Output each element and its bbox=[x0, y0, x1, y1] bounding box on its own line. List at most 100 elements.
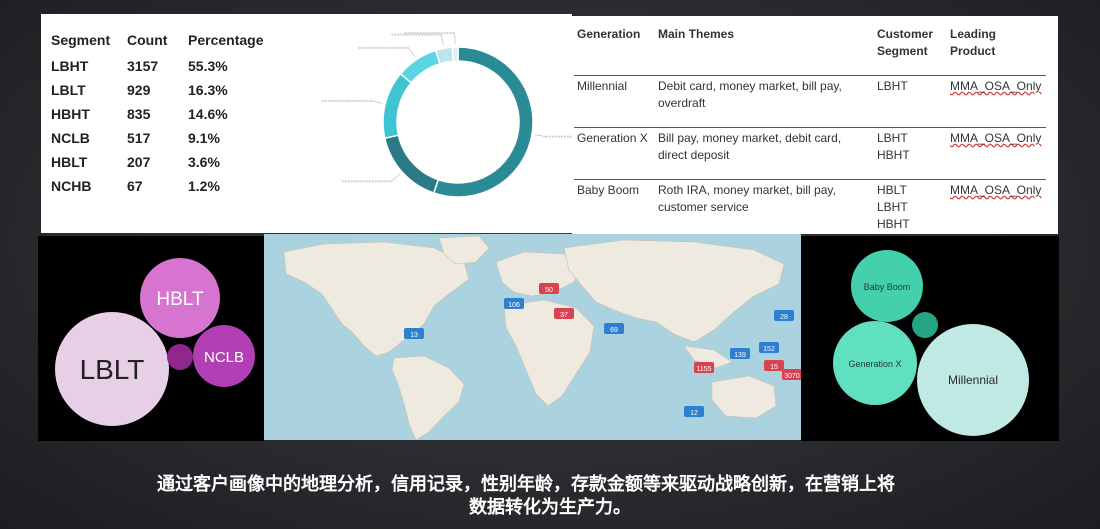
segment-summary-panel: Segment Count Percentage LBHT 3157 55.3% L… bbox=[41, 14, 572, 233]
map-marker-label: 28 bbox=[780, 314, 788, 321]
themes-cell: Bill pay, money market, debit card, dire… bbox=[658, 130, 841, 164]
world-map-svg: 1155 3070 139 152 28 15 12 50 13 37 69 106 bbox=[264, 234, 801, 440]
map-marker-label: 139 bbox=[734, 352, 746, 359]
donut-leader-line bbox=[371, 100, 383, 104]
map-marker-label: 37 bbox=[560, 312, 568, 319]
generation-table-panel: Generation Main Themes Customer Segment … bbox=[572, 16, 1058, 234]
map-marker[interactable]: 12 bbox=[684, 406, 704, 417]
segment-cell: LBHT bbox=[51, 58, 89, 74]
map-marker[interactable]: 1155 bbox=[694, 362, 714, 373]
map-marker[interactable]: 3070 bbox=[782, 369, 801, 380]
percentage-cell: 55.3% bbox=[188, 58, 228, 74]
row-divider bbox=[574, 75, 1046, 76]
donut-leader-line bbox=[408, 47, 416, 58]
bubble-hblt-label: HBLT bbox=[156, 289, 204, 310]
count-cell: 929 bbox=[127, 82, 151, 98]
themes-line: Debit card, money market, bill pay, bbox=[658, 79, 842, 93]
map-marker[interactable]: 106 bbox=[504, 298, 524, 309]
bubble-nclb-label: NCLB bbox=[204, 349, 244, 366]
segment-line: HBHT bbox=[877, 148, 910, 162]
map-marker-label: 152 bbox=[763, 346, 775, 353]
segment-line: LBHT bbox=[877, 200, 908, 214]
customer-segment-header: Customer Segment bbox=[877, 26, 933, 60]
segment-cell: LBHT bbox=[877, 78, 908, 95]
segment-bubble-chart: LBLT HBLT NCLB bbox=[38, 236, 264, 441]
segment-line: HBLT bbox=[877, 183, 907, 197]
segment-cell: LBLT bbox=[51, 82, 86, 98]
generation-cell: Generation X bbox=[577, 131, 648, 145]
map-marker-label: 15 bbox=[770, 364, 778, 371]
map-marker[interactable]: 69 bbox=[604, 323, 624, 334]
themes-line: direct deposit bbox=[658, 148, 730, 162]
map-marker-label: 50 bbox=[545, 287, 553, 294]
bubble-generation-x-label: Generation X bbox=[848, 359, 901, 369]
themes-cell: Roth IRA, money market, bill pay, custom… bbox=[658, 182, 836, 216]
product-cell: MMA_OSA_Only bbox=[950, 183, 1042, 197]
segment-cell: LBHT HBHT bbox=[877, 130, 910, 164]
table-row: HBLT 207 3.6% bbox=[51, 154, 278, 178]
row-divider bbox=[574, 179, 1046, 180]
bubble-small bbox=[167, 344, 193, 370]
table-row: LBLT 929 16.3% bbox=[51, 82, 278, 106]
themes-line: Roth IRA, money market, bill pay, bbox=[658, 183, 836, 197]
donut-slice-hbht bbox=[382, 72, 413, 140]
customer-segment-header-line1: Customer bbox=[877, 27, 934, 41]
segment-cell: HBLT LBHT HBHT bbox=[877, 182, 910, 233]
leading-product-header-line1: Leading bbox=[950, 27, 997, 41]
caption-line-2: 数据转化为生产力。 bbox=[469, 497, 631, 518]
count-cell: 3157 bbox=[127, 58, 159, 74]
map-marker[interactable]: 13 bbox=[404, 328, 424, 339]
product-cell: MMA_OSA_Only bbox=[950, 131, 1042, 145]
themes-cell: Debit card, money market, bill pay, over… bbox=[658, 78, 842, 112]
count-header: Count bbox=[127, 32, 168, 48]
segment-bubbles-svg: LBLT HBLT NCLB bbox=[55, 258, 255, 426]
segment-cell: HBLT bbox=[51, 154, 88, 170]
percentage-cell: 14.6% bbox=[188, 106, 228, 122]
donut-slices bbox=[382, 46, 534, 198]
bubble-lblt-label: LBLT bbox=[80, 354, 145, 385]
map-marker-label: 3070 bbox=[784, 373, 800, 380]
map-marker-label: 12 bbox=[690, 410, 698, 417]
generation-bubbles-svg: Baby Boom Generation X Millennial bbox=[833, 250, 1029, 436]
map-marker[interactable]: 139 bbox=[730, 348, 750, 359]
table-row: LBHT 3157 55.3% bbox=[51, 58, 278, 82]
donut-leader-line bbox=[441, 34, 444, 46]
count-cell: 517 bbox=[127, 130, 151, 146]
donut-slice-lbht bbox=[432, 46, 534, 198]
table-row: NCLB 517 9.1% bbox=[51, 130, 278, 154]
map-marker-label: 13 bbox=[410, 332, 418, 339]
caption-line-1: 通过客户画像中的地理分析，信用记录，性别年龄，存款金额等来驱动战略创新，在营销上… bbox=[157, 474, 895, 495]
donut-slice-nclb bbox=[399, 49, 441, 84]
segment-line: LBHT bbox=[877, 79, 908, 93]
segment-table-header: Segment Count Percentage bbox=[51, 32, 278, 58]
percentage-cell: 9.1% bbox=[188, 130, 220, 146]
customer-segment-header-line2: Segment bbox=[877, 44, 928, 58]
map-marker[interactable]: 28 bbox=[774, 310, 794, 321]
map-marker-label: 69 bbox=[610, 327, 618, 334]
map-marker[interactable]: 152 bbox=[759, 342, 779, 353]
world-map[interactable]: 1155 3070 139 152 28 15 12 50 13 37 69 106 bbox=[264, 234, 801, 440]
themes-line: Bill pay, money market, debit card, bbox=[658, 131, 842, 145]
row-divider bbox=[574, 127, 1046, 128]
generation-bubble-chart: Baby Boom Generation X Millennial bbox=[801, 236, 1059, 441]
bubble-millennial-label: Millennial bbox=[948, 373, 998, 387]
bubble-baby-boom-label: Baby Boom bbox=[864, 282, 911, 292]
map-marker[interactable]: 50 bbox=[539, 283, 559, 294]
main-themes-header: Main Themes bbox=[658, 27, 735, 41]
donut-slice-lblt bbox=[383, 134, 440, 194]
map-marker[interactable]: 37 bbox=[554, 308, 574, 319]
segment-cell: NCLB bbox=[51, 130, 90, 146]
percentage-header: Percentage bbox=[188, 32, 264, 48]
donut-leader-line bbox=[391, 173, 401, 182]
segment-line: HBHT bbox=[877, 217, 910, 231]
percentage-cell: 3.6% bbox=[188, 154, 220, 170]
leading-product-header: Leading Product bbox=[950, 26, 996, 60]
count-cell: 67 bbox=[127, 178, 143, 194]
generation-cell: Millennial bbox=[577, 79, 628, 93]
map-marker[interactable]: 15 bbox=[764, 360, 784, 371]
segment-cell: NCHB bbox=[51, 178, 92, 194]
map-marker-label: 106 bbox=[508, 302, 520, 309]
segment-header: Segment bbox=[51, 32, 111, 48]
bubble-small bbox=[912, 312, 938, 338]
percentage-cell: 1.2% bbox=[188, 178, 220, 194]
